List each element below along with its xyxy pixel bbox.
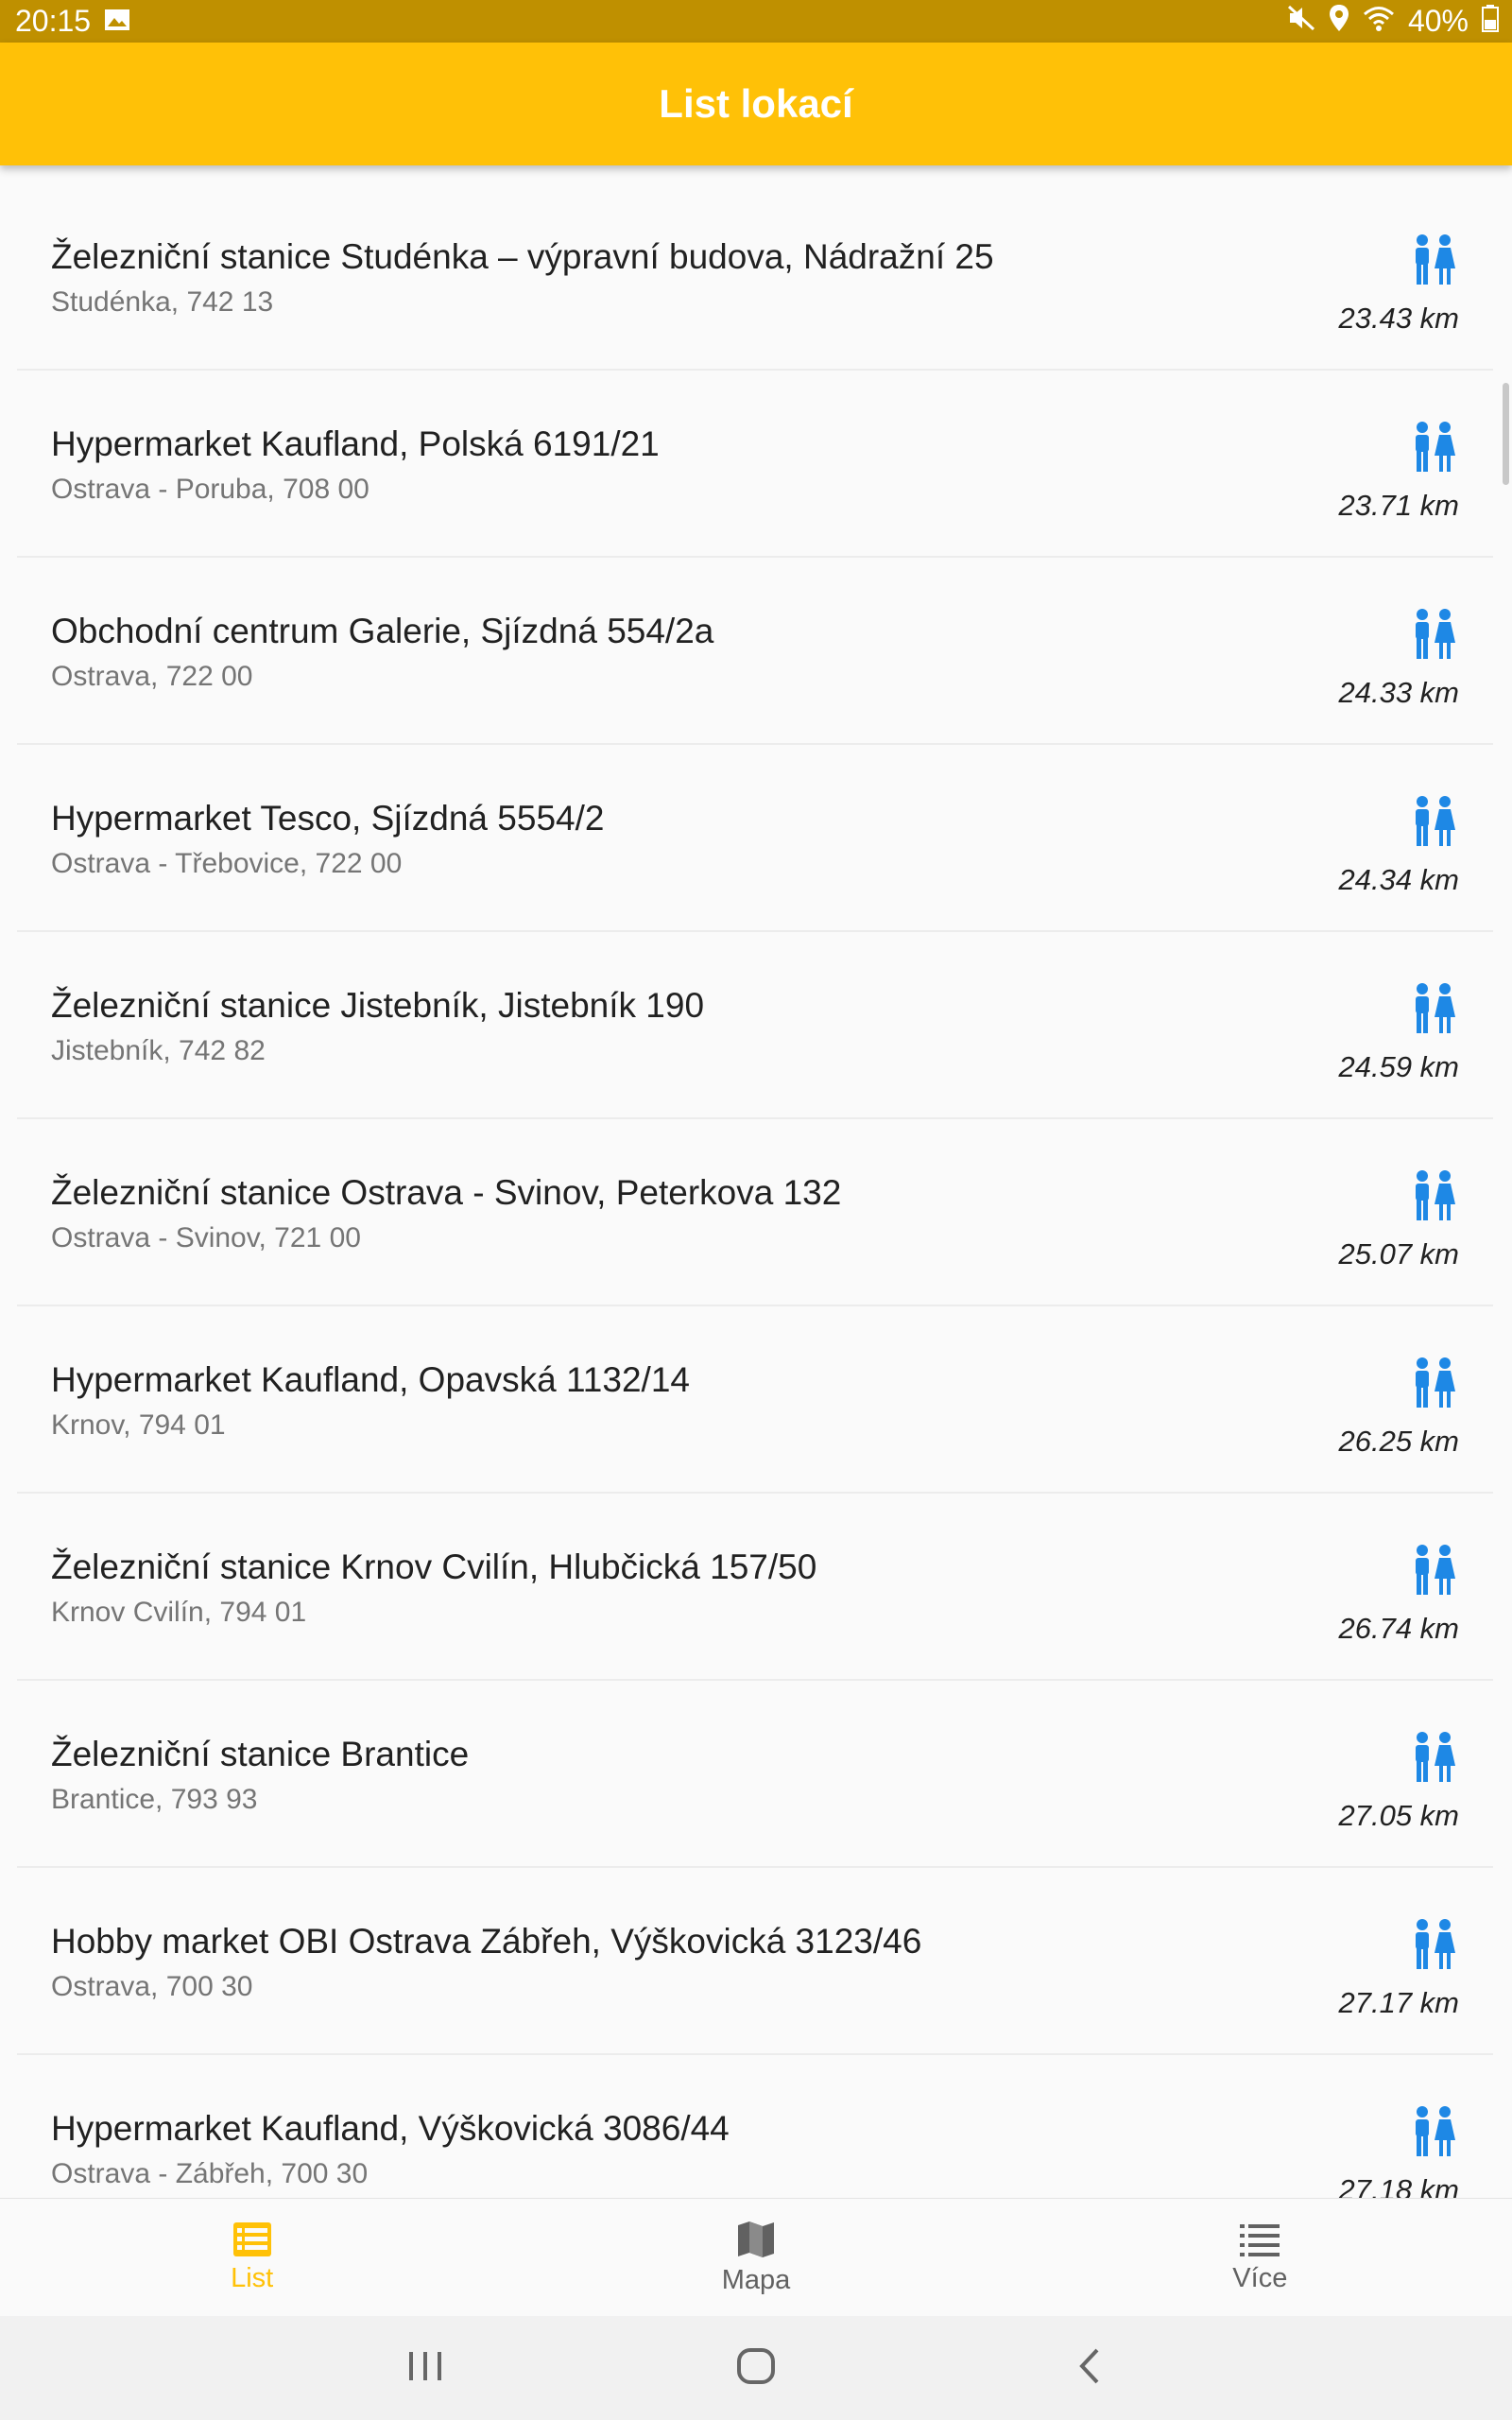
location-address: Ostrava - Zábřeh, 700 30 xyxy=(51,2158,369,2189)
toilet-icon xyxy=(1416,796,1455,846)
location-address: Studénka, 742 13 xyxy=(51,286,274,318)
list-item[interactable]: Hypermarket Tesco, Sjízdná 5554/2 Ostrav… xyxy=(17,746,1493,932)
location-distance: 26.74 km xyxy=(1338,1612,1459,1645)
nav-label: Více xyxy=(1232,2263,1288,2293)
toilet-icon xyxy=(1416,1357,1455,1408)
nav-tab-map[interactable]: Mapa xyxy=(504,2199,1007,2317)
recent-apps-icon[interactable] xyxy=(406,2344,444,2388)
list-item[interactable]: Železniční stanice Studénka – výpravní b… xyxy=(17,184,1493,371)
location-distance: 27.17 km xyxy=(1338,1986,1459,2019)
battery-percent: 40% xyxy=(1407,4,1469,38)
location-distance: 23.71 km xyxy=(1338,489,1459,522)
toilet-icon xyxy=(1416,983,1455,1033)
status-time: 20:15 xyxy=(15,4,92,38)
location-title: Obchodní centrum Galerie, Sjízdná 554/2a xyxy=(51,612,714,650)
location-title: Hypermarket Kaufland, Výškovická 3086/44 xyxy=(51,2109,730,2148)
list-item[interactable]: Hypermarket Kaufland, Výškovická 3086/44… xyxy=(17,2056,1493,2198)
location-address: Ostrava - Třebovice, 722 00 xyxy=(51,848,403,879)
location-icon xyxy=(1329,4,1349,40)
location-title: Železniční stanice Brantice xyxy=(51,1735,470,1773)
location-distance: 24.59 km xyxy=(1338,1050,1459,1083)
location-distance: 23.43 km xyxy=(1338,302,1459,335)
nav-label: Mapa xyxy=(721,2265,791,2295)
list-icon xyxy=(232,2222,271,2256)
nav-tab-list[interactable]: List xyxy=(0,2199,504,2317)
location-title: Železniční stanice Ostrava - Svinov, Pet… xyxy=(51,1173,842,1212)
location-title: Železniční stanice Jistebník, Jistebník … xyxy=(51,986,705,1025)
location-title: Hobby market OBI Ostrava Zábřeh, Výškovi… xyxy=(51,1922,922,1961)
toilet-icon xyxy=(1416,1545,1455,1595)
location-distance: 26.25 km xyxy=(1338,1425,1459,1458)
list-item[interactable]: Železniční stanice Jistebník, Jistebník … xyxy=(17,933,1493,1119)
location-distance: 25.07 km xyxy=(1338,1237,1459,1270)
location-address: Ostrava - Svinov, 721 00 xyxy=(51,1222,361,1253)
page-title: List lokací xyxy=(659,81,853,126)
bottom-navigation: List Mapa Více xyxy=(0,2198,1512,2317)
list-item[interactable]: Hypermarket Kaufland, Polská 6191/21 Ost… xyxy=(17,372,1493,558)
location-address: Jistebník, 742 82 xyxy=(51,1035,266,1066)
location-distance: 27.05 km xyxy=(1338,1799,1459,1832)
list-item[interactable]: Železniční stanice Krnov Cvilín, Hlubčic… xyxy=(17,1495,1493,1681)
image-icon xyxy=(104,4,130,39)
home-icon[interactable] xyxy=(735,2344,777,2388)
wifi-icon xyxy=(1363,4,1395,39)
status-bar: 20:15 40% xyxy=(0,0,1512,43)
location-title: Hypermarket Kaufland, Opavská 1132/14 xyxy=(51,1360,690,1399)
toilet-icon xyxy=(1416,2106,1455,2156)
system-navigation-bar xyxy=(0,2316,1512,2420)
list-item[interactable]: Hobby market OBI Ostrava Zábřeh, Výškovi… xyxy=(17,1869,1493,2055)
scrollbar-thumb[interactable] xyxy=(1503,383,1509,485)
app-bar: List lokací xyxy=(0,43,1512,165)
location-address: Ostrava, 700 30 xyxy=(51,1971,253,2002)
toilet-icon xyxy=(1416,234,1455,285)
location-distance: 27.18 km xyxy=(1338,2173,1459,2198)
location-title: Hypermarket Tesco, Sjízdná 5554/2 xyxy=(51,799,605,838)
list-item[interactable]: Železniční stanice Brantice Brantice, 79… xyxy=(17,1682,1493,1868)
menu-icon xyxy=(1240,2224,1280,2256)
location-distance: 24.34 km xyxy=(1338,863,1459,896)
location-address: Ostrava, 722 00 xyxy=(51,661,253,692)
list-item[interactable]: Hypermarket Kaufland, Opavská 1132/14 Kr… xyxy=(17,1307,1493,1494)
location-distance: 24.33 km xyxy=(1338,676,1459,709)
location-address: Brantice, 793 93 xyxy=(51,1784,258,1815)
toilet-icon xyxy=(1416,1170,1455,1220)
toilet-icon xyxy=(1416,609,1455,659)
map-icon xyxy=(737,2221,774,2257)
toilet-icon xyxy=(1416,1732,1455,1782)
toilet-icon xyxy=(1416,422,1455,472)
location-title: Železniční stanice Studénka – výpravní b… xyxy=(51,237,994,276)
location-list[interactable]: Železniční stanice Studénka – výpravní b… xyxy=(0,184,1512,2198)
location-address: Krnov Cvilín, 794 01 xyxy=(51,1597,307,1628)
location-title: Železniční stanice Krnov Cvilín, Hlubčic… xyxy=(51,1547,817,1586)
mute-icon xyxy=(1287,4,1315,39)
back-icon[interactable] xyxy=(1073,2344,1105,2388)
battery-icon xyxy=(1482,4,1499,40)
nav-tab-more[interactable]: Více xyxy=(1008,2199,1512,2317)
list-item[interactable]: Obchodní centrum Galerie, Sjízdná 554/2a… xyxy=(17,559,1493,745)
nav-label: List xyxy=(231,2263,274,2293)
list-item[interactable]: Železniční stanice Ostrava - Svinov, Pet… xyxy=(17,1120,1493,1306)
location-address: Ostrava - Poruba, 708 00 xyxy=(51,474,369,505)
location-address: Krnov, 794 01 xyxy=(51,1409,226,1441)
toilet-icon xyxy=(1416,1919,1455,1969)
location-title: Hypermarket Kaufland, Polská 6191/21 xyxy=(51,424,660,463)
